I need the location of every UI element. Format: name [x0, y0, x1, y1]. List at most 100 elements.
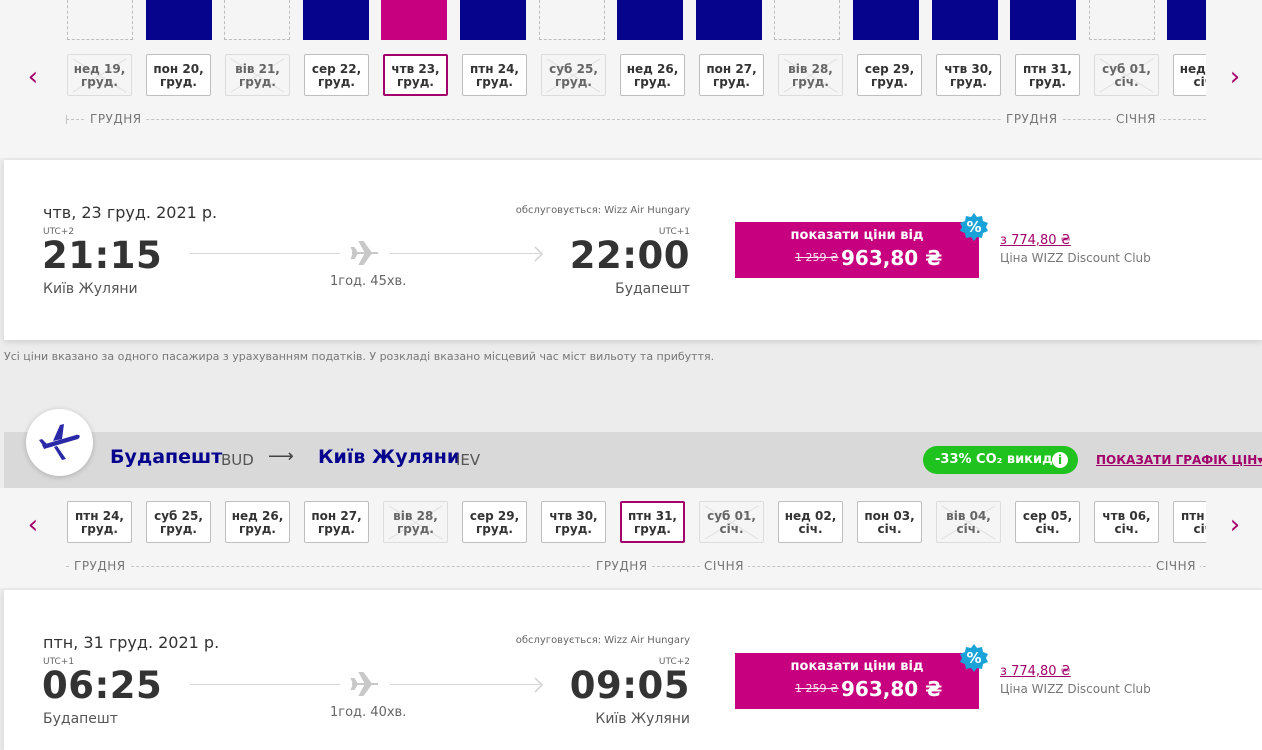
prev-dates-arrow[interactable]: ‹ [20, 64, 46, 90]
date-tile[interactable]: чтв 30, груд. [936, 54, 1001, 96]
route-line [390, 684, 540, 685]
date-tile-month: груд. [239, 522, 276, 536]
date-tile-month: груд. [318, 522, 355, 536]
month-label: ГРУДНЯ [592, 559, 652, 573]
discounted-price: 963,80 ₴ [841, 246, 943, 270]
month-label: СІЧНЯ [700, 559, 749, 573]
show-prices-label: показати ціни від [790, 228, 924, 243]
date-tile[interactable]: пон 27, груд. [699, 54, 764, 96]
date-tile[interactable]: сер 29, груд. [857, 54, 922, 96]
date-tile-month: груд. [871, 75, 908, 89]
prev-dates-arrow[interactable]: ‹ [20, 512, 46, 538]
date-tile-month: груд. [239, 75, 276, 89]
arrival-city: Будапешт [615, 281, 690, 297]
date-tile-month: січ. [798, 522, 823, 536]
date-tile[interactable]: суб 25, груд. [146, 501, 211, 543]
date-tile[interactable]: пон 03, січ. [857, 501, 922, 543]
price-bar[interactable] [145, 0, 212, 40]
date-tile[interactable]: чтв 06, січ. [1094, 501, 1159, 543]
date-tile[interactable]: чтв 30, груд. [541, 501, 606, 543]
club-price-label: Ціна WIZZ Discount Club [1000, 682, 1151, 696]
date-tile[interactable]: пон 20, груд. [146, 54, 211, 96]
price-bar[interactable] [460, 0, 526, 40]
date-tile-month: груд. [160, 522, 197, 536]
date-tile[interactable]: чтв 23, груд. [383, 54, 448, 96]
date-tile[interactable]: нед 02,січ. [778, 501, 843, 543]
departure-time: 06:25 [42, 664, 163, 707]
price-bar[interactable] [67, 0, 133, 40]
date-tile: вів 28, груд. [383, 501, 448, 543]
club-price-link[interactable]: з 774,80 ₴ [1000, 233, 1071, 248]
price-bar[interactable] [302, 0, 369, 40]
plane-icon [350, 241, 378, 265]
date-tile-month: груд. [476, 522, 513, 536]
date-tile-month: січ. [877, 522, 902, 536]
date-tile[interactable]: пон 27, груд. [304, 501, 369, 543]
date-tile-month: січ. [1114, 522, 1139, 536]
date-tile[interactable]: птн 31, груд. [620, 501, 685, 543]
date-tile-month: січ. [1193, 522, 1206, 536]
month-label: СІЧНЯ [1152, 559, 1201, 573]
date-tile[interactable]: сер 22, груд. [304, 54, 369, 96]
outbound-flight-card[interactable]: чтв, 23 груд. 2021 р. UTC+2 21:15 Київ Ж… [4, 160, 1262, 340]
price-bar[interactable] [695, 0, 762, 40]
show-price-chart-label: ПОКАЗАТИ ГРАФІК ЦІН [1096, 453, 1258, 467]
date-tile[interactable]: птн 24, груд. [67, 501, 132, 543]
co2-badge[interactable]: -33% CO₂ викид i [923, 446, 1078, 474]
prices-note: Усі ціни вказано за одного пасажира з ур… [4, 350, 715, 363]
show-prices-button[interactable]: показати ціни від 1 259 ₴ 963,80 ₴ [735, 222, 979, 278]
date-tile-month: січ. [1193, 75, 1206, 89]
date-tile-month: січ. [1035, 522, 1060, 536]
price-bars [66, 0, 1206, 40]
departure-city: Київ Жуляни [43, 281, 138, 297]
route-origin-code: BUD [221, 451, 254, 469]
month-ruler: ГРУДНЯ ГРУДНЯ СІЧНЯ СІЧНЯ [66, 559, 1206, 573]
date-selector: птн 24, груд. суб 25, груд. нед 26, груд. пон … [60, 501, 1206, 545]
co2-text: -33% CO₂ викид [935, 452, 1053, 467]
flight-date: птн, 31 груд. 2021 р. [43, 633, 220, 652]
date-tile-month: груд. [81, 522, 118, 536]
date-tile-month: груд. [792, 75, 829, 89]
club-price-prefix: з [1000, 664, 1007, 679]
date-tile-month: груд. [397, 75, 434, 89]
date-tile[interactable]: нед 02,січ. [1173, 54, 1206, 96]
route-arrowhead-icon [534, 246, 544, 262]
next-dates-arrow[interactable]: › [1222, 512, 1248, 538]
price-bar[interactable] [538, 0, 605, 40]
date-tile-month: січ. [1114, 75, 1139, 89]
date-tile[interactable]: птн 07,січ. [1173, 501, 1206, 543]
price-bar[interactable] [1167, 0, 1206, 40]
next-dates-arrow[interactable]: › [1222, 64, 1248, 90]
route-line [390, 253, 540, 254]
price-bar[interactable] [1088, 0, 1155, 40]
date-tile[interactable]: сер 29, груд. [462, 501, 527, 543]
route-line [190, 684, 340, 685]
return-calendar: ‹ птн 24, груд. суб 25, груд. нед 26, груд. по… [0, 488, 1262, 588]
date-tile-month: груд. [81, 75, 118, 89]
price-bar[interactable] [853, 0, 919, 40]
price-bar[interactable] [1010, 0, 1077, 40]
date-tile-month: січ. [956, 522, 981, 536]
price-bar[interactable] [931, 0, 998, 40]
date-tile: суб 01, січ. [699, 501, 764, 543]
date-tile[interactable]: нед 26, груд. [225, 501, 290, 543]
date-tile-month: груд. [160, 75, 197, 89]
price-bar[interactable] [224, 0, 291, 40]
date-tile[interactable]: сер 05, січ. [1015, 501, 1080, 543]
price-bar[interactable] [617, 0, 684, 40]
show-prices-button[interactable]: показати ціни від 1 259 ₴ 963,80 ₴ [735, 653, 979, 709]
date-tile-month: груд. [634, 522, 671, 536]
price-bar[interactable] [381, 0, 448, 40]
club-price-link[interactable]: з 774,80 ₴ [1000, 664, 1071, 679]
operator-text: обслуговується: Wizz Air Hungary [515, 205, 690, 216]
return-flight-card[interactable]: птн, 31 груд. 2021 р. UTC+1 06:25 Будапе… [4, 590, 1262, 750]
price-bar[interactable] [774, 0, 841, 40]
date-tile[interactable]: птн 24, груд. [462, 54, 527, 96]
info-icon[interactable]: i [1052, 452, 1068, 468]
date-tile[interactable]: птн 31, груд. [1015, 54, 1080, 96]
date-tile[interactable]: нед 26, груд. [620, 54, 685, 96]
show-price-chart-link[interactable]: ПОКАЗАТИ ГРАФІК ЦІН▾ [1096, 453, 1262, 467]
flight-date: чтв, 23 груд. 2021 р. [43, 203, 218, 222]
date-tile-month: січ. [719, 522, 744, 536]
month-label: ГРУДНЯ [70, 559, 130, 573]
